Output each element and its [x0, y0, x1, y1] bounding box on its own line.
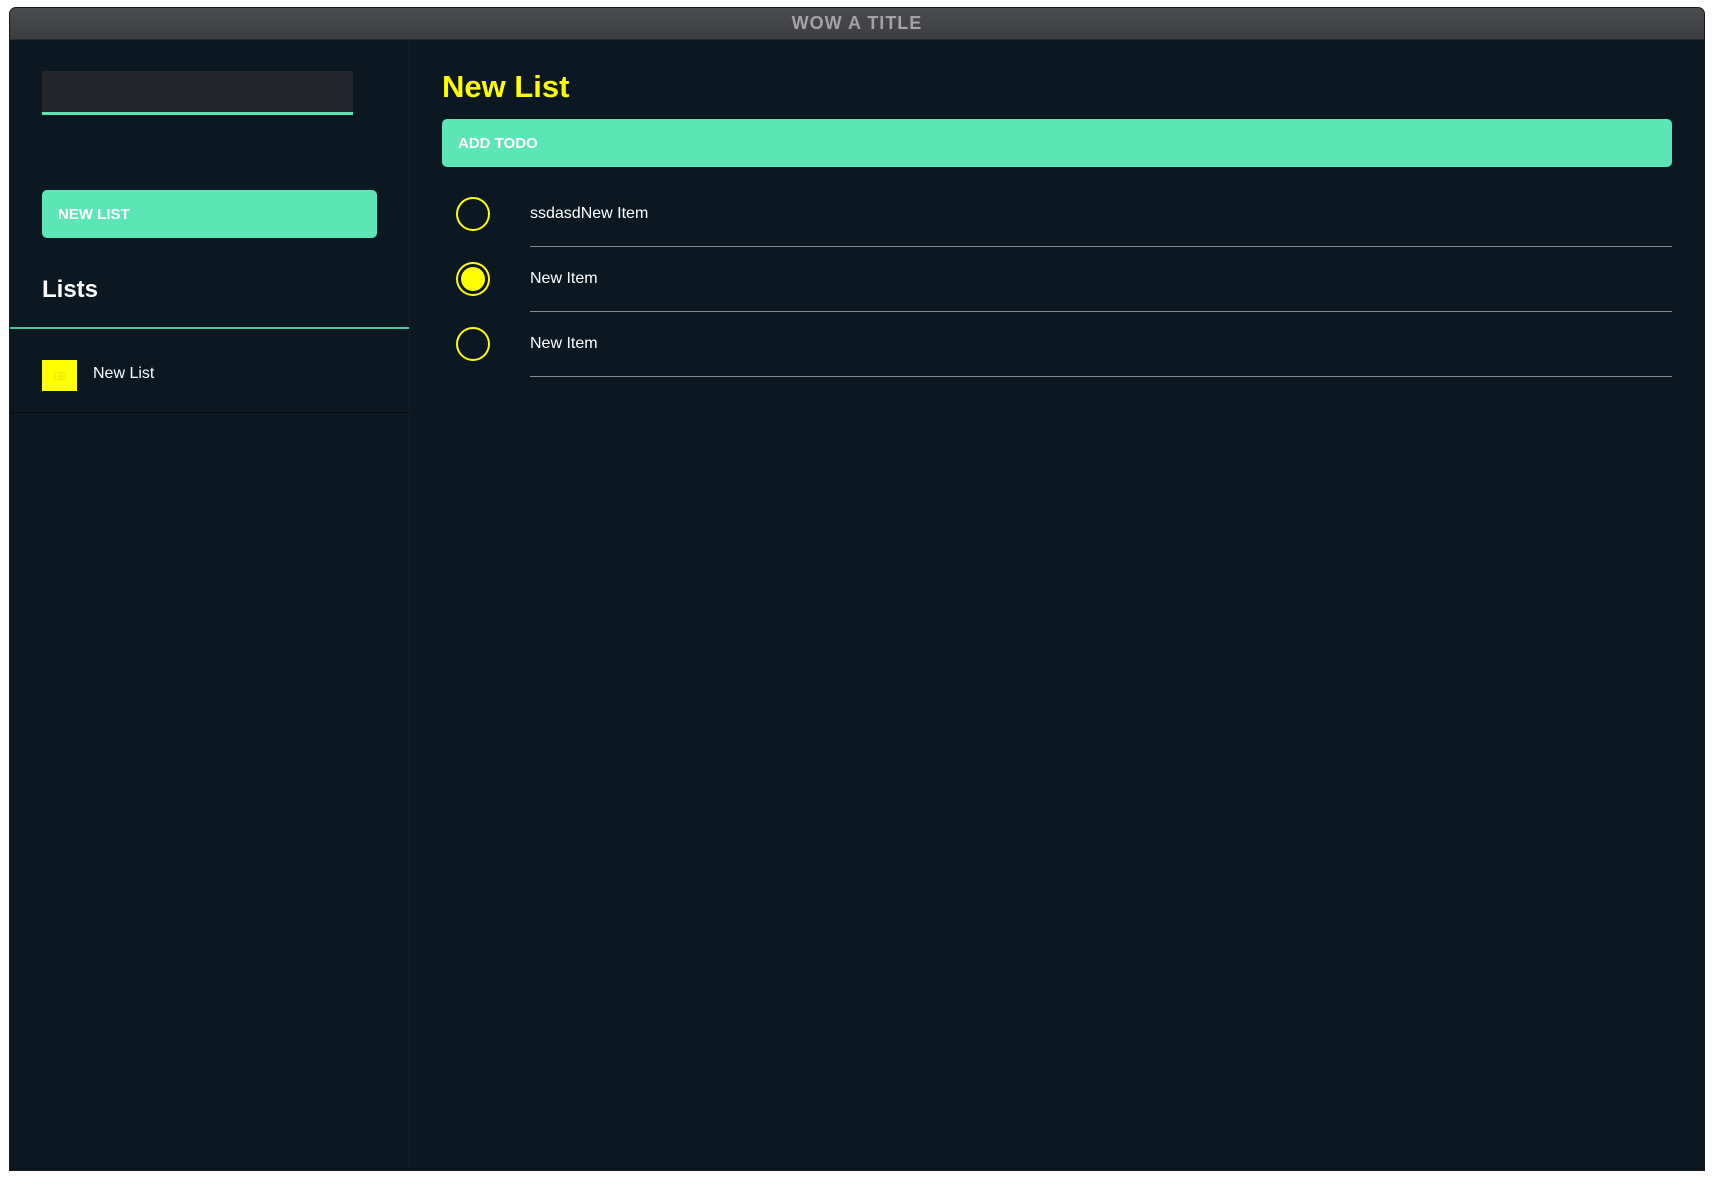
- todo-text[interactable]: New Item: [530, 335, 598, 353]
- lists-heading: Lists: [42, 276, 99, 303]
- todo-checkbox[interactable]: [456, 197, 490, 231]
- main-panel: New List ADD TODO ssdasdNew Item New Ite…: [410, 40, 1704, 1170]
- todo-list: ssdasdNew Item New Item New Item: [442, 182, 1672, 377]
- todo-item: New Item: [442, 247, 1672, 312]
- title-bar: WOW A TITLE: [10, 8, 1704, 40]
- todo-text[interactable]: ssdasdNew Item: [530, 205, 648, 223]
- window-title: WOW A TITLE: [791, 13, 923, 33]
- todo-divider: [530, 376, 1672, 377]
- todo-checkbox-checked[interactable]: [456, 262, 490, 296]
- sidebar: NEW LIST Lists New List: [10, 40, 410, 1170]
- todo-text[interactable]: New Item: [530, 270, 598, 288]
- add-todo-button[interactable]: ADD TODO: [442, 119, 1672, 167]
- todo-item: ssdasdNew Item: [442, 182, 1672, 247]
- sidebar-item-new-list[interactable]: New List: [10, 330, 409, 413]
- list-icon: [42, 360, 77, 391]
- list-name-input[interactable]: [42, 71, 353, 115]
- page-title: New List: [442, 69, 570, 104]
- sidebar-item-label: New List: [93, 365, 155, 382]
- todo-checkbox[interactable]: [456, 327, 490, 361]
- new-list-button[interactable]: NEW LIST: [42, 190, 377, 238]
- lists-divider: [10, 327, 409, 329]
- todo-item: New Item: [442, 312, 1672, 377]
- app-window: WOW A TITLE NEW LIST Lists New List New …: [10, 8, 1704, 1170]
